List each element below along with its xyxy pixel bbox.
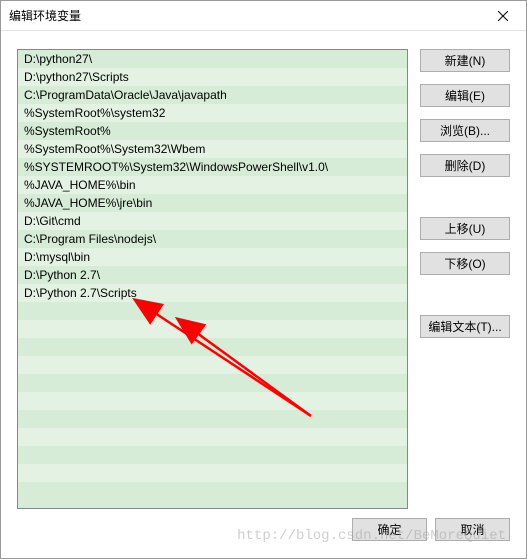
delete-button[interactable]: 删除(D) xyxy=(420,154,510,177)
edit-text-button[interactable]: 编辑文本(T)... xyxy=(420,315,510,338)
close-button[interactable] xyxy=(488,4,518,28)
move-up-button[interactable]: 上移(U) xyxy=(420,217,510,240)
path-row[interactable] xyxy=(18,464,407,482)
edit-button[interactable]: 编辑(E) xyxy=(420,84,510,107)
close-icon xyxy=(498,11,508,21)
window-title: 编辑环境变量 xyxy=(9,7,81,24)
path-row[interactable] xyxy=(18,374,407,392)
path-row[interactable]: %SystemRoot%\system32 xyxy=(18,104,407,122)
path-row[interactable] xyxy=(18,338,407,356)
path-row[interactable]: D:\Git\cmd xyxy=(18,212,407,230)
new-button[interactable]: 新建(N) xyxy=(420,49,510,72)
path-row[interactable] xyxy=(18,446,407,464)
bottom-button-bar: 确定 取消 xyxy=(1,509,526,549)
move-down-button[interactable]: 下移(O) xyxy=(420,252,510,275)
dialog-window: 编辑环境变量 D:\python27\D:\python27\ScriptsC:… xyxy=(0,0,527,559)
titlebar: 编辑环境变量 xyxy=(1,1,526,31)
path-row[interactable]: %SYSTEMROOT%\System32\WindowsPowerShell\… xyxy=(18,158,407,176)
path-row[interactable]: C:\Program Files\nodejs\ xyxy=(18,230,407,248)
path-row[interactable]: D:\python27\Scripts xyxy=(18,68,407,86)
content-area: D:\python27\D:\python27\ScriptsC:\Progra… xyxy=(1,31,526,509)
path-row[interactable]: D:\Python 2.7\Scripts xyxy=(18,284,407,302)
path-listbox[interactable]: D:\python27\D:\python27\ScriptsC:\Progra… xyxy=(17,49,408,509)
path-row[interactable]: D:\mysql\bin xyxy=(18,248,407,266)
path-row[interactable]: %JAVA_HOME%\jre\bin xyxy=(18,194,407,212)
side-button-panel: 新建(N) 编辑(E) 浏览(B)... 删除(D) 上移(U) 下移(O) 编… xyxy=(420,49,510,509)
path-row[interactable]: D:\Python 2.7\ xyxy=(18,266,407,284)
ok-button[interactable]: 确定 xyxy=(352,518,427,541)
path-row[interactable]: D:\python27\ xyxy=(18,50,407,68)
path-row[interactable]: %JAVA_HOME%\bin xyxy=(18,176,407,194)
cancel-button[interactable]: 取消 xyxy=(435,518,510,541)
path-row[interactable] xyxy=(18,320,407,338)
path-row[interactable] xyxy=(18,482,407,500)
browse-button[interactable]: 浏览(B)... xyxy=(420,119,510,142)
path-row[interactable] xyxy=(18,302,407,320)
path-row[interactable] xyxy=(18,410,407,428)
path-row[interactable] xyxy=(18,392,407,410)
path-row[interactable]: C:\ProgramData\Oracle\Java\javapath xyxy=(18,86,407,104)
path-row[interactable] xyxy=(18,428,407,446)
path-row[interactable]: %SystemRoot% xyxy=(18,122,407,140)
path-row[interactable]: %SystemRoot%\System32\Wbem xyxy=(18,140,407,158)
path-row[interactable] xyxy=(18,356,407,374)
